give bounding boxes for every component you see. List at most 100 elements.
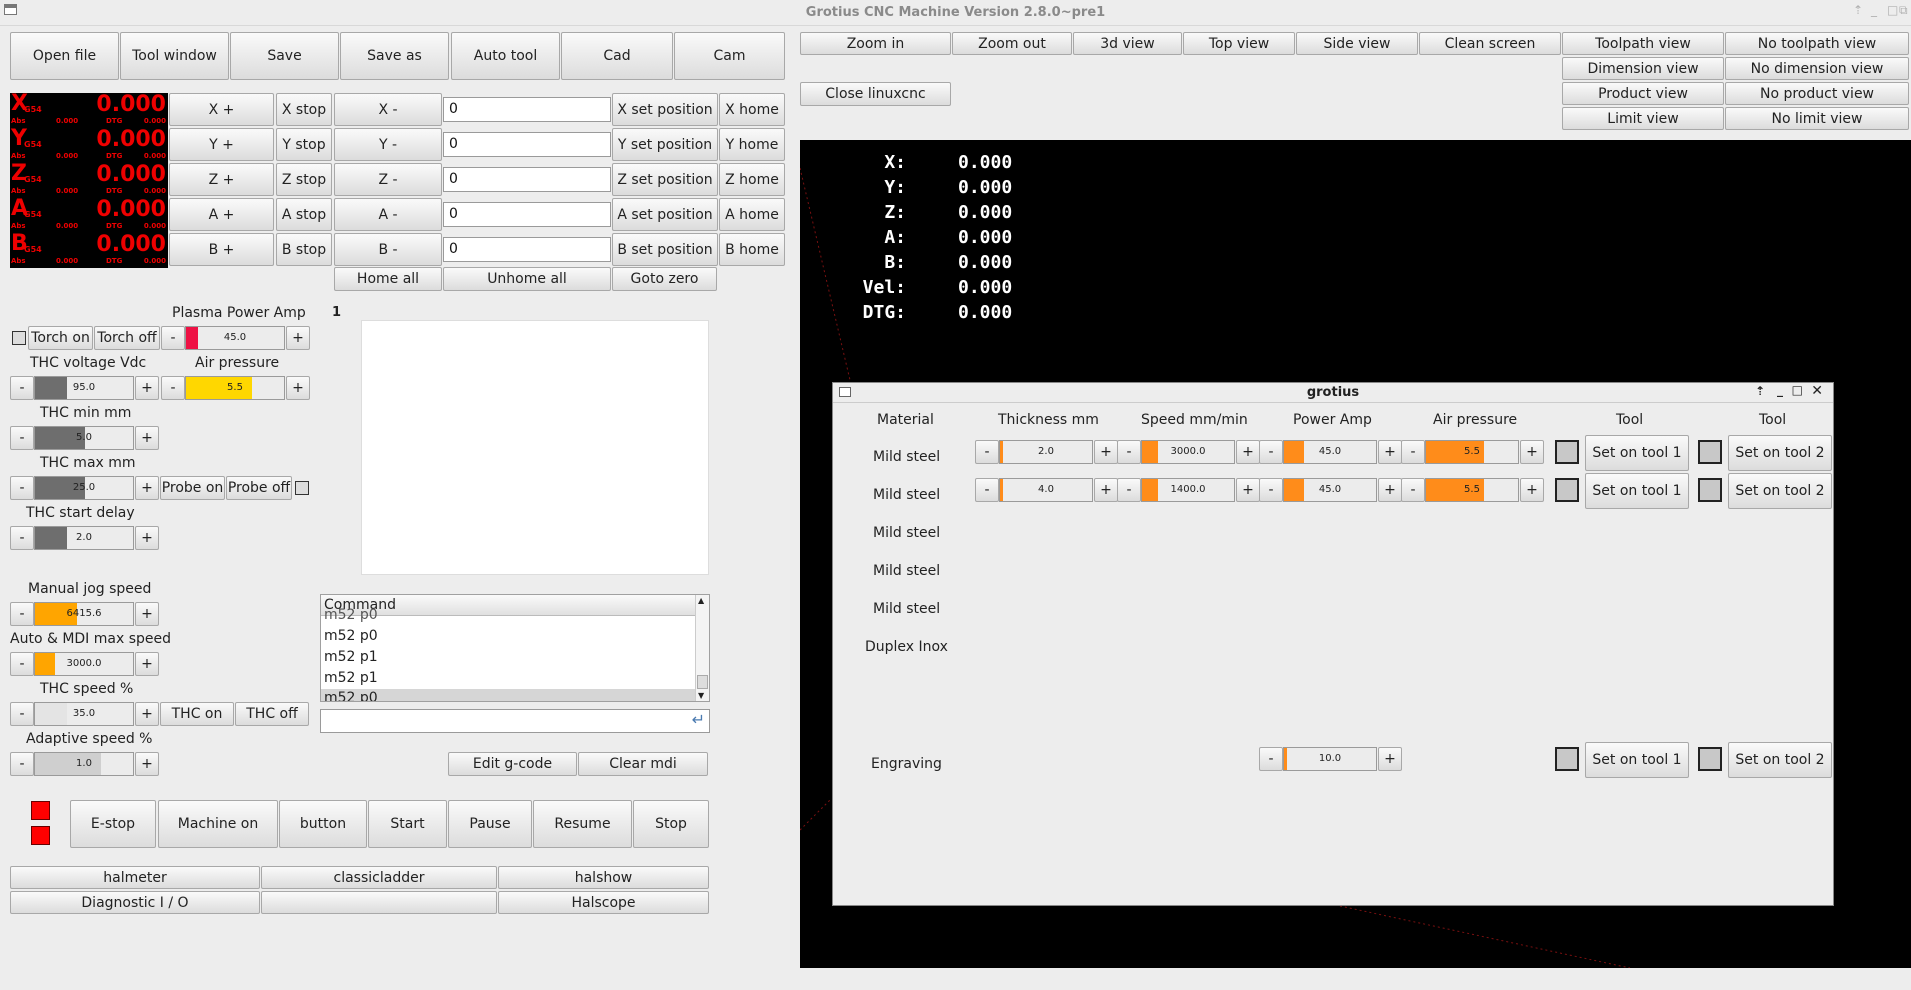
set-on-tool-1-button[interactable]: Set on tool 1 (1585, 435, 1689, 471)
list-item-selected[interactable]: m52 p0 (321, 689, 695, 701)
save-as-button[interactable]: Save as (340, 32, 449, 80)
b-stop-button[interactable]: B stop (276, 233, 332, 266)
limit-view-button[interactable]: Limit view (1562, 107, 1724, 130)
x-position-input[interactable]: 0 (443, 97, 611, 122)
z-plus-button[interactable]: Z + (169, 163, 274, 196)
y-position-input[interactable]: 0 (443, 132, 611, 157)
machine-on-button[interactable]: Machine on (158, 800, 278, 848)
torch-on-button[interactable]: Torch on (28, 326, 93, 350)
thc-off-button[interactable]: THC off (235, 702, 309, 726)
diagnostic-io-button[interactable]: Diagnostic I / O (10, 891, 260, 914)
b-set-position-button[interactable]: B set position (612, 233, 718, 266)
halscope-button[interactable]: Halscope (498, 891, 709, 914)
cam-button[interactable]: Cam (674, 32, 785, 80)
air-pressure-slider[interactable]: 5.5 (185, 376, 285, 400)
no-toolpath-view-button[interactable]: No toolpath view (1725, 32, 1909, 55)
thc-max-plus-button[interactable]: + (135, 476, 159, 500)
set-on-tool-2-button[interactable]: Set on tool 2 (1728, 473, 1832, 509)
unhome-all-button[interactable]: Unhome all (443, 267, 611, 291)
power-plus-button[interactable]: + (1378, 440, 1402, 464)
maximize-icon[interactable]: □ (1887, 3, 1898, 17)
power-slider[interactable]: 45.0 (1283, 440, 1377, 464)
tool-window-button[interactable]: Tool window (120, 32, 229, 80)
thickness-slider[interactable]: 4.0 (999, 478, 1093, 502)
thickness-plus-button[interactable]: + (1094, 440, 1118, 464)
y-plus-button[interactable]: Y + (169, 128, 274, 161)
a-plus-button[interactable]: A + (169, 198, 274, 231)
air-plus-button[interactable]: + (1520, 478, 1544, 502)
enter-icon[interactable]: ↵ (692, 710, 705, 729)
x-set-position-button[interactable]: X set position (612, 93, 718, 126)
speed-slider[interactable]: 1400.0 (1141, 478, 1235, 502)
engraving-power-plus-button[interactable]: + (1378, 747, 1402, 771)
air-plus-button[interactable]: + (1520, 440, 1544, 464)
set-on-tool-1-button[interactable]: Set on tool 1 (1585, 742, 1689, 778)
thc-min-minus-button[interactable]: - (10, 426, 34, 450)
toolpath-view-button[interactable]: Toolpath view (1562, 32, 1724, 55)
a-minus-button[interactable]: A - (334, 198, 442, 231)
adaptive-speed-plus-button[interactable]: + (135, 752, 159, 776)
thc-start-delay-minus-button[interactable]: - (10, 526, 34, 550)
list-item[interactable]: m52 p1 (321, 669, 695, 690)
command-scrollbar[interactable]: ▲ ▼ (695, 595, 709, 701)
3d-view-button[interactable]: 3d view (1073, 32, 1182, 55)
edit-gcode-button[interactable]: Edit g-code (448, 752, 577, 776)
thc-voltage-plus-button[interactable]: + (135, 376, 159, 400)
minimize-icon[interactable]: _ (1871, 3, 1877, 17)
thc-speed-slider[interactable]: 35.0 (34, 702, 134, 726)
goto-zero-button[interactable]: Goto zero (612, 267, 717, 291)
zoom-out-button[interactable]: Zoom out (952, 32, 1072, 55)
no-product-view-button[interactable]: No product view (1725, 82, 1909, 105)
torch-checkbox[interactable] (12, 331, 26, 345)
b-position-input[interactable]: 0 (443, 237, 611, 262)
thc-speed-minus-button[interactable]: - (10, 702, 34, 726)
y-stop-button[interactable]: Y stop (276, 128, 332, 161)
tool2-checkbox[interactable] (1698, 478, 1722, 502)
y-home-button[interactable]: Y home (719, 128, 785, 161)
speed-minus-button[interactable]: - (1117, 478, 1141, 502)
save-button[interactable]: Save (230, 32, 339, 80)
probe-off-button[interactable]: Probe off (226, 476, 292, 500)
power-plus-button[interactable]: + (1378, 478, 1402, 502)
a-stop-button[interactable]: A stop (276, 198, 332, 231)
tool1-checkbox[interactable] (1555, 440, 1579, 464)
thc-min-slider[interactable]: 5.0 (34, 426, 134, 450)
classicladder-button[interactable]: classicladder (261, 866, 497, 889)
air-slider[interactable]: 5.5 (1425, 478, 1519, 502)
manual-jog-plus-button[interactable]: + (135, 602, 159, 626)
scroll-thumb[interactable] (697, 675, 708, 689)
engraving-tool2-checkbox[interactable] (1698, 747, 1722, 771)
thc-min-plus-button[interactable]: + (135, 426, 159, 450)
b-home-button[interactable]: B home (719, 233, 785, 266)
set-on-tool-2-button[interactable]: Set on tool 2 (1728, 742, 1832, 778)
home-all-button[interactable]: Home all (334, 267, 442, 291)
halshow-button[interactable]: halshow (498, 866, 709, 889)
dimension-view-button[interactable]: Dimension view (1562, 57, 1724, 80)
generic-button[interactable]: button (279, 800, 367, 848)
dialog-up-icon[interactable]: ⇡ (1755, 384, 1765, 398)
cad-button[interactable]: Cad (561, 32, 673, 80)
blank-button[interactable] (261, 891, 497, 914)
engraving-power-minus-button[interactable]: - (1259, 747, 1283, 771)
power-minus-button[interactable]: - (1259, 440, 1283, 464)
top-view-button[interactable]: Top view (1183, 32, 1295, 55)
x-stop-button[interactable]: X stop (276, 93, 332, 126)
thc-speed-plus-button[interactable]: + (135, 702, 159, 726)
plasma-power-plus-button[interactable]: + (286, 326, 310, 350)
power-slider[interactable]: 45.0 (1283, 478, 1377, 502)
speed-plus-button[interactable]: + (1236, 478, 1260, 502)
speed-minus-button[interactable]: - (1117, 440, 1141, 464)
manual-jog-minus-button[interactable]: - (10, 602, 34, 626)
b-plus-button[interactable]: B + (169, 233, 274, 266)
air-minus-button[interactable]: - (1401, 440, 1425, 464)
set-on-tool-1-button[interactable]: Set on tool 1 (1585, 473, 1689, 509)
restore-icon[interactable]: ⧉ (1899, 3, 1908, 18)
adaptive-speed-slider[interactable]: 1.0 (34, 752, 134, 776)
probe-checkbox[interactable] (295, 481, 309, 495)
air-pressure-plus-button[interactable]: + (286, 376, 310, 400)
clear-mdi-button[interactable]: Clear mdi (578, 752, 708, 776)
thickness-slider[interactable]: 2.0 (999, 440, 1093, 464)
set-on-tool-2-button[interactable]: Set on tool 2 (1728, 435, 1832, 471)
pause-button[interactable]: Pause (448, 800, 532, 848)
no-dimension-view-button[interactable]: No dimension view (1725, 57, 1909, 80)
